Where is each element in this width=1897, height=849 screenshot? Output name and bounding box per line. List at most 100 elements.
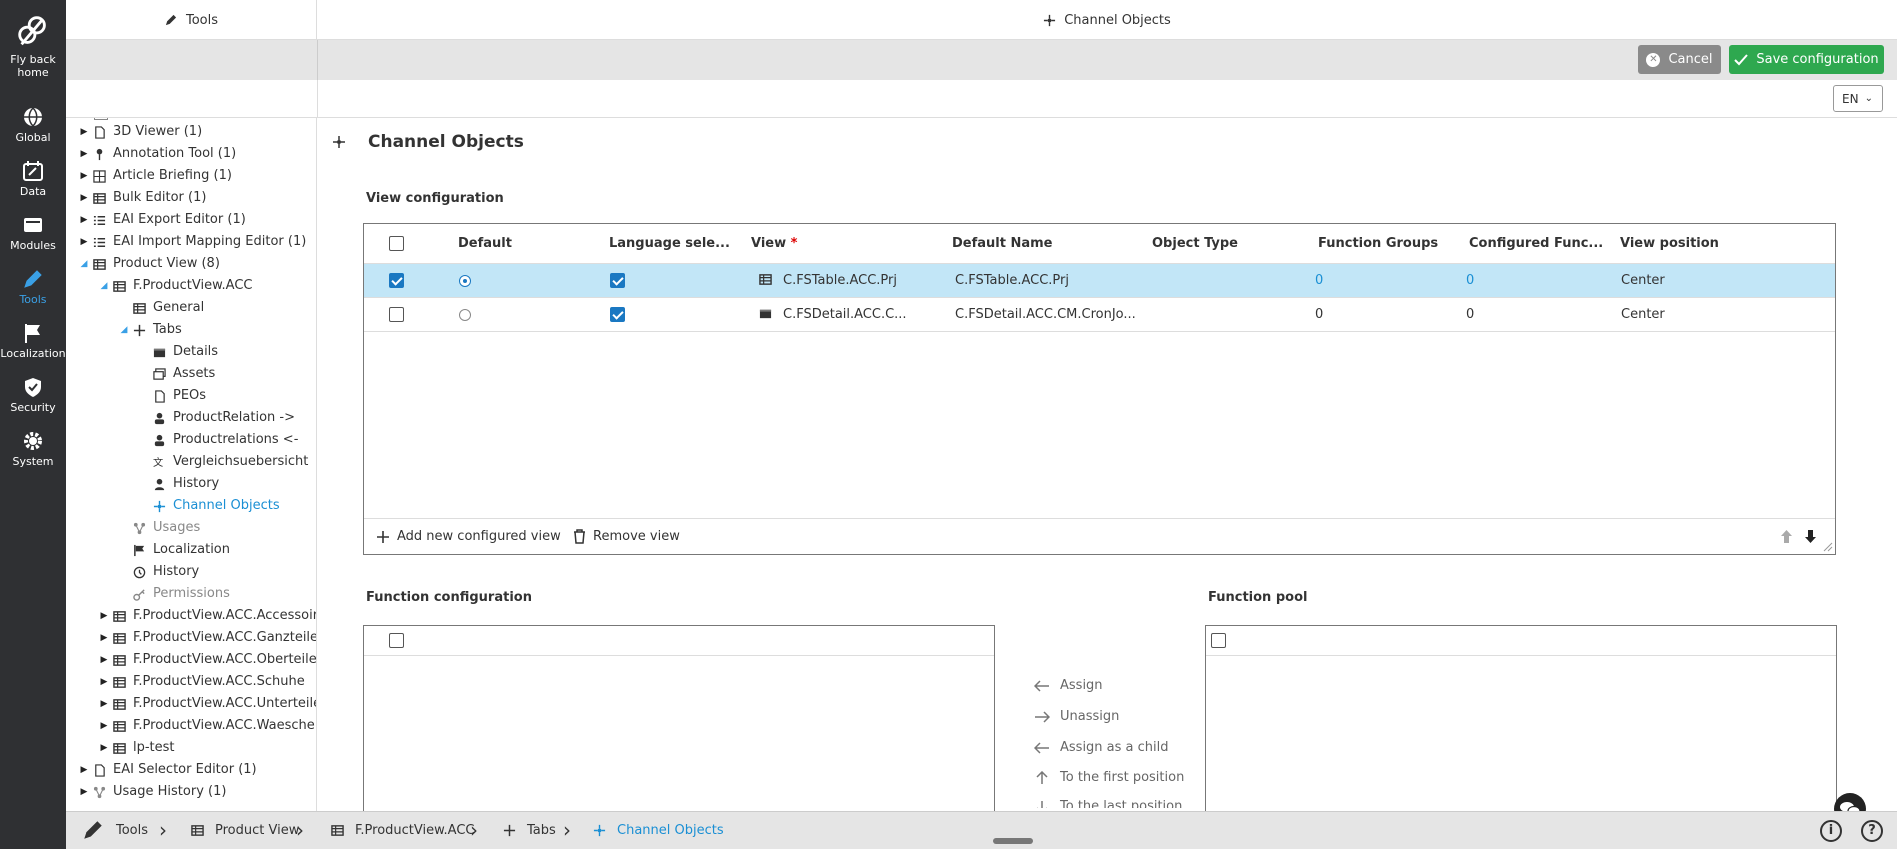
tree-item[interactable]: Assets <box>139 363 215 385</box>
collapsed-triangle-icon[interactable]: ▶ <box>79 209 89 231</box>
tree-item[interactable]: Details <box>139 341 218 363</box>
tree-item[interactable]: ▶ F.ProductView.ACC.Waesche <box>99 715 315 737</box>
move-down-icon[interactable] <box>1804 529 1817 544</box>
collapsed-triangle-icon[interactable]: ▶ <box>99 671 109 693</box>
col-configured-functions[interactable]: Configured Func... <box>1469 236 1603 251</box>
tree-item[interactable]: PEOs <box>139 385 206 407</box>
collapsed-triangle-icon[interactable]: ▶ <box>79 231 89 253</box>
info-button[interactable]: i <box>1820 820 1842 842</box>
row-select-checkbox[interactable] <box>389 307 404 322</box>
rail-item-tools[interactable]: Tools <box>0 268 66 306</box>
function-pool-select-all-checkbox[interactable] <box>1211 633 1226 648</box>
rail-item-global[interactable]: Global <box>0 106 66 144</box>
assign-as-child-button[interactable]: Assign as a child <box>1034 740 1169 755</box>
tree-item[interactable]: ▶ Article Briefing (1) <box>79 165 232 187</box>
tree-item[interactable]: ◢ Tabs <box>119 319 182 341</box>
tree-item[interactable]: History <box>119 561 199 583</box>
tree-item[interactable]: ▶ Bulk Editor (1) <box>79 187 207 209</box>
tree-item[interactable]: ▶ EAI Selector Editor (1) <box>79 759 257 781</box>
tree-item[interactable]: ▶ F.ProductView.ACC.Accessoir. <box>99 605 316 627</box>
tree-item[interactable]: Channel Objects <box>139 495 280 517</box>
tree-item[interactable]: ◢ F.ProductView.ACC <box>99 275 253 297</box>
to-last-position-button[interactable]: To the last position <box>1034 799 1182 808</box>
expanded-triangle-icon[interactable]: ◢ <box>119 319 129 341</box>
table-row[interactable]: C.FSDetail.ACC.C... C.FSDetail.ACC.CM.Cro… <box>364 298 1835 332</box>
default-radio[interactable] <box>459 275 471 287</box>
expanded-triangle-icon[interactable]: ◢ <box>79 253 89 275</box>
row-select-checkbox[interactable] <box>389 273 404 288</box>
tree-item[interactable]: Productrelations <- <box>139 429 298 451</box>
tree-item[interactable]: ▶ F.ProductView.ACC.Ganzteile <box>99 627 316 649</box>
to-first-position-button[interactable]: To the first position <box>1034 770 1184 785</box>
remove-view-button[interactable]: Remove view <box>573 529 680 544</box>
chevron-right-icon: › <box>159 818 167 842</box>
tree-item[interactable]: ▶ EAI Export Editor (1) <box>79 209 246 231</box>
tree-item[interactable]: ▶ 3D Viewer (1) <box>79 121 203 143</box>
tree-item[interactable]: Permissions <box>119 583 230 605</box>
col-default[interactable]: Default <box>458 236 512 251</box>
tree-panel[interactable]: ▶ 3D Viewer (1) ▶ Annotation Tool (1) ▶ Artic… <box>66 118 317 811</box>
collapsed-triangle-icon[interactable]: ▶ <box>79 781 89 803</box>
rail-item-home[interactable]: Fly back home <box>0 12 66 79</box>
tree-item[interactable]: ▶ EAI Import Mapping Editor (1) <box>79 231 307 253</box>
col-language[interactable]: Language sele... <box>609 236 730 251</box>
collapsed-triangle-icon[interactable]: ▶ <box>99 649 109 671</box>
help-button[interactable]: ? <box>1861 820 1883 842</box>
assign-button[interactable]: Assign <box>1034 678 1103 693</box>
collapsed-triangle-icon[interactable]: ▶ <box>79 121 89 143</box>
collapsed-triangle-icon[interactable]: ▶ <box>79 187 89 209</box>
default-radio[interactable] <box>459 309 471 321</box>
breadcrumb-label: Tabs <box>527 823 556 838</box>
cancel-button[interactable]: ✕ Cancel <box>1638 45 1721 74</box>
tree-item[interactable]: ▶ F.ProductView.ACC.Schuhe <box>99 671 305 693</box>
col-view-position[interactable]: View position <box>1620 236 1719 251</box>
tree-item[interactable]: ◢ Product View (8) <box>79 253 220 275</box>
tree-item[interactable]: 文 Vergleichsuebersicht <box>139 451 308 473</box>
move-up-icon[interactable] <box>1780 529 1793 544</box>
language-select[interactable]: EN ⌄ <box>1833 85 1883 112</box>
tree-item[interactable]: ProductRelation -> <box>139 407 295 429</box>
tree-item[interactable]: ▶ lp-test <box>99 737 175 759</box>
collapsed-triangle-icon[interactable]: ▶ <box>99 737 109 759</box>
collapsed-triangle-icon[interactable]: ▶ <box>99 627 109 649</box>
tree-item[interactable]: ▶ F.ProductView.ACC.Oberteile <box>99 649 316 671</box>
tree-item[interactable]: ▶ F.ProductView.ACC.Unterteile <box>99 693 316 715</box>
tree-item[interactable]: ▶ Annotation Tool (1) <box>79 143 237 165</box>
collapsed-triangle-icon[interactable]: ▶ <box>99 715 109 737</box>
col-function-groups[interactable]: Function Groups <box>1318 236 1438 251</box>
collapsed-triangle-icon[interactable]: ▶ <box>79 165 89 187</box>
collapsed-triangle-icon[interactable]: ▶ <box>99 693 109 715</box>
rail-item-localization[interactable]: Localization <box>0 322 66 360</box>
tree-item[interactable]: Usages <box>119 517 200 539</box>
unassign-button[interactable]: Unassign <box>1034 709 1119 724</box>
collapsed-triangle-icon[interactable]: ▶ <box>99 605 109 627</box>
col-object-type[interactable]: Object Type <box>1152 236 1238 251</box>
resize-handle-icon[interactable] <box>1823 542 1833 552</box>
language-selection-checkbox[interactable] <box>610 273 625 288</box>
language-selection-checkbox[interactable] <box>610 307 625 322</box>
horizontal-scroll-handle[interactable] <box>993 838 1033 844</box>
tree-item[interactable]: History <box>139 473 219 495</box>
breadcrumb-item[interactable]: F.ProductView.ACC <box>331 823 475 838</box>
breadcrumb-item[interactable]: Channel Objects <box>593 823 724 838</box>
expanded-triangle-icon[interactable]: ◢ <box>99 275 109 297</box>
tree-item[interactable]: Localization <box>119 539 230 561</box>
rail-item-modules[interactable]: Modules <box>0 214 66 252</box>
select-all-checkbox[interactable] <box>389 236 404 251</box>
rail-item-data[interactable]: Data <box>0 160 66 198</box>
function-config-select-all-checkbox[interactable] <box>389 633 404 648</box>
col-default-name[interactable]: Default Name <box>952 236 1053 251</box>
breadcrumb-item[interactable]: Tabs <box>503 823 556 838</box>
collapsed-triangle-icon[interactable]: ▶ <box>79 759 89 781</box>
breadcrumb-item[interactable]: Tools <box>116 823 148 838</box>
tree-item[interactable]: General <box>119 297 204 319</box>
table-row[interactable]: C.FSTable.ACC.Prj C.FSTable.ACC.Prj 0 0 Cent… <box>364 264 1835 298</box>
col-view[interactable]: View * <box>751 236 797 251</box>
breadcrumb-item[interactable]: Product View <box>191 823 299 838</box>
save-configuration-button[interactable]: Save configuration <box>1729 45 1884 74</box>
collapsed-triangle-icon[interactable]: ▶ <box>79 143 89 165</box>
rail-item-security[interactable]: Security <box>0 376 66 414</box>
add-configured-view-button[interactable]: Add new configured view <box>376 529 561 544</box>
rail-item-system[interactable]: System <box>0 430 66 468</box>
tree-item[interactable]: ▶ Usage History (1) <box>79 781 227 803</box>
